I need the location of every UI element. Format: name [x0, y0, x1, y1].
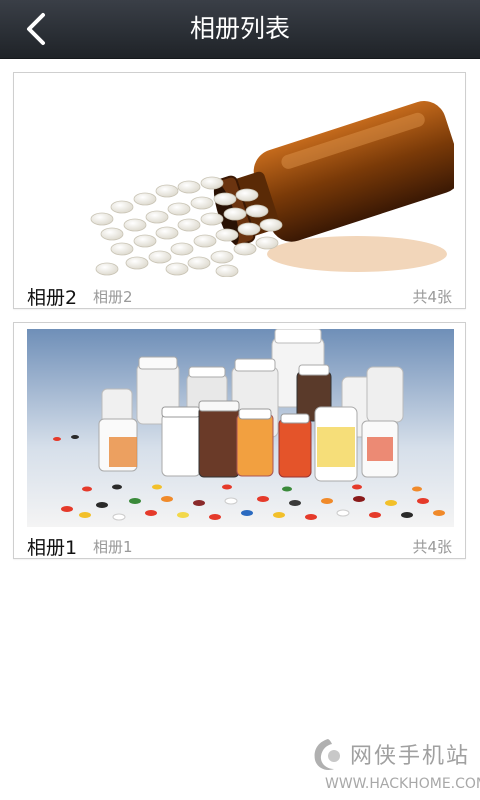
album-description: 相册2 — [93, 288, 133, 306]
watermark-url: WWW.HACKHOME.COM — [325, 776, 480, 792]
album-name: 相册2 — [27, 287, 78, 309]
album-name: 相册1 — [27, 537, 78, 559]
watermark-logo-icon — [314, 739, 340, 770]
album-thumbnail — [27, 329, 454, 527]
album-card[interactable]: 相册1 相册1 共4张 — [13, 322, 466, 559]
album-card[interactable]: 相册2 相册2 共4张 — [13, 72, 466, 309]
album-photo-count: 共4张 — [412, 538, 452, 556]
page-title: 相册列表 — [189, 14, 290, 43]
watermark: 网侠手机站 WWW.HACKHOME.COM — [310, 734, 480, 796]
album-photo-count: 共4张 — [412, 288, 452, 306]
watermark-text: 网侠手机站 — [350, 744, 471, 769]
album-description: 相册1 — [93, 538, 133, 556]
album-thumbnail — [27, 79, 454, 277]
top-bar: 相册列表 — [0, 0, 480, 59]
